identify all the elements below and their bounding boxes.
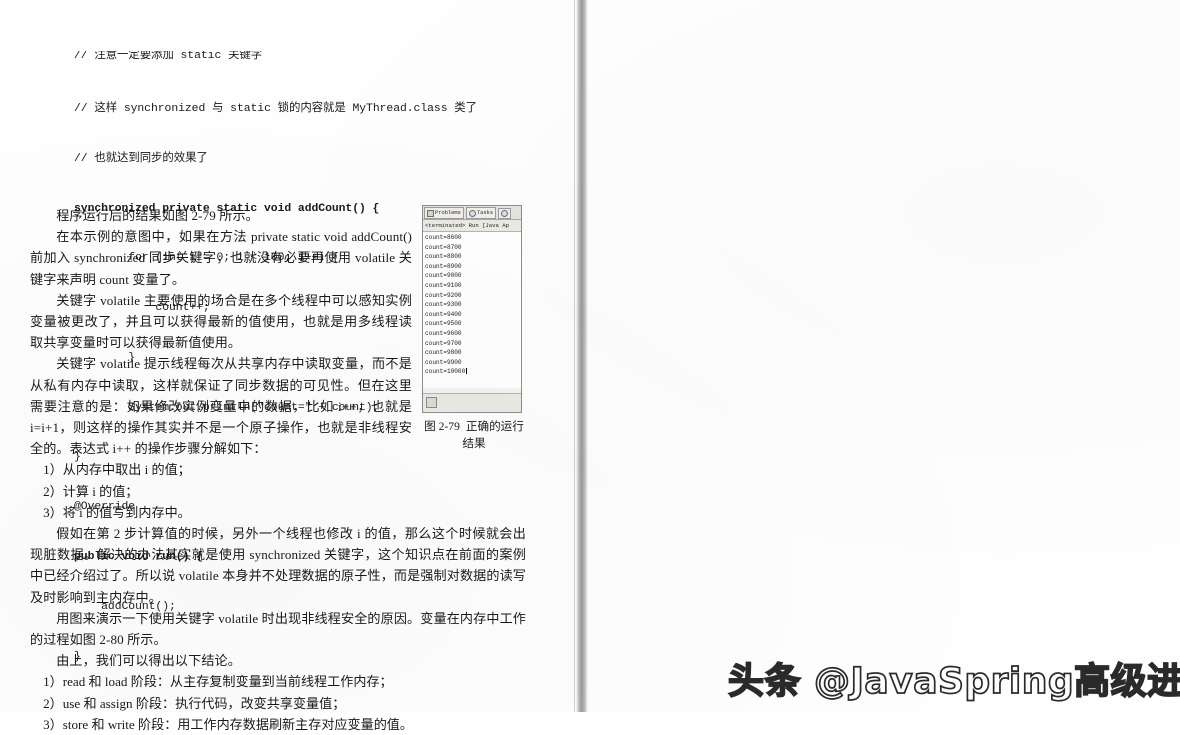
tab-problems[interactable]: Problems	[424, 207, 464, 219]
paragraph: 用图来演示一下使用关键字 volatile 时出现非线程安全的原因。变量在内存中…	[30, 610, 526, 648]
console-output-line: count=8700	[425, 243, 462, 251]
console-status-line: <terminated> Run [Java Ap	[423, 220, 521, 232]
list-item: 3）store 和 write 阶段：用工作内存数据刷新主存对应变量的值。	[43, 716, 413, 732]
right-page: 线程工作内存 主工作内存 read load加载 use操作	[588, 0, 1180, 712]
figure-2-79-caption: 图 2-79 正确的运行结果	[422, 418, 526, 452]
figure-number: 图 2-79	[424, 420, 460, 433]
left-body-text: Problems Tasks <terminated> Run [Java Ap…	[30, 205, 526, 735]
console-tab-bar: Problems Tasks	[423, 206, 521, 220]
console-output-line: count=9600	[425, 329, 462, 337]
console-output-line: count=9700	[425, 339, 462, 347]
problems-icon	[427, 209, 434, 217]
console-output-line: count=9000	[425, 272, 462, 280]
page-gutter	[576, 0, 588, 712]
list-item: 2）use 和 assign 阶段：执行代码，改变共享变量值；	[43, 695, 346, 711]
console-output-line: count=9300	[425, 301, 462, 309]
tab-tasks-label: Tasks	[476, 210, 494, 216]
list-item: 1）read 和 load 阶段：从主存复制变量到当前线程工作内存；	[43, 674, 393, 690]
figure-2-79: Problems Tasks <terminated> Run [Java Ap…	[422, 205, 526, 452]
list-item: 1）从内存中取出 i 的值；	[43, 462, 191, 478]
page-edge-left	[574, 0, 575, 712]
tab-problems-label: Problems	[435, 210, 461, 216]
chevron-down-icon	[501, 209, 509, 217]
console-output-line: count=9100	[425, 281, 462, 289]
console-output-line-last: count=10000	[425, 367, 519, 377]
list-item: 2）计算 i 的值；	[43, 483, 139, 499]
code-line: // 注意一定要添加 static 关键字	[74, 51, 263, 63]
console-footer	[423, 393, 521, 412]
console-output-line: count=9800	[425, 349, 462, 357]
tab-overflow[interactable]	[498, 207, 512, 219]
left-page: // 注意一定要添加 static 关键字 // 这样 synchronized…	[0, 0, 576, 732]
console-output-line: count=8900	[425, 262, 462, 270]
figure-title: 正确的运行结果	[462, 420, 524, 450]
eclipse-console-screenshot: Problems Tasks <terminated> Run [Java Ap…	[422, 205, 522, 413]
console-output-line: count=9200	[425, 291, 462, 299]
paragraph: 由上，我们可以得出以下结论。	[56, 653, 241, 669]
list-item: 3）将 i 的值写到内存中。	[43, 504, 191, 520]
text-caret	[466, 368, 468, 375]
console-output-line: count=9900	[425, 358, 462, 366]
console-output-line: count=8600	[425, 234, 462, 241]
tab-tasks[interactable]: Tasks	[465, 207, 497, 219]
scroll-nub[interactable]	[426, 397, 437, 408]
paragraph: 假如在第 2 步计算值的时候，另外一个线程也修改 i 的值，那么这个时候就会出现…	[30, 526, 526, 605]
console-output-line: count=9500	[425, 320, 462, 328]
console-output-line: count=9400	[425, 310, 462, 318]
code-line: // 也就达到同步的效果了	[74, 152, 208, 165]
console-output-line: count=8800	[425, 253, 462, 261]
console-last-value: count=10000	[425, 368, 466, 376]
code-line: // 这样 synchronized 与 static 锁的内容就是 MyThr…	[74, 102, 477, 115]
book-spread: // 注意一定要添加 static 关键字 // 这样 synchronized…	[0, 0, 1180, 732]
console-output: count=8600 count=8700 count=8800 count=8…	[423, 232, 521, 388]
tasks-icon	[468, 209, 476, 217]
